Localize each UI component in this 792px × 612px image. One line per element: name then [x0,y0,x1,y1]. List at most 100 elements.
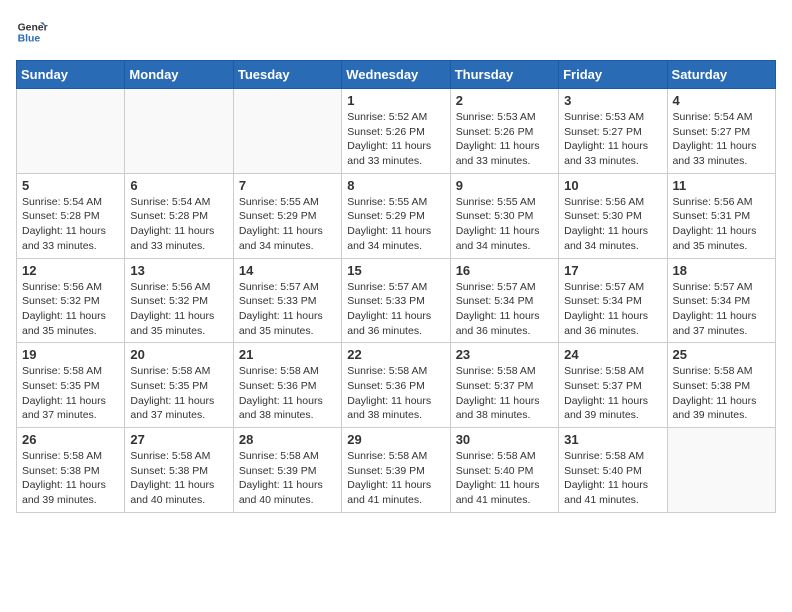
calendar-week-row: 19Sunrise: 5:58 AMSunset: 5:35 PMDayligh… [17,343,776,428]
calendar-cell: 7 Sunrise: 5:55 AMSunset: 5:29 PMDaylight… [233,173,341,258]
day-number: 11 [673,178,770,193]
day-number: 10 [564,178,661,193]
calendar-cell [125,89,233,174]
day-info: Sunrise: 5:58 AMSunset: 5:39 PMDaylight:… [239,449,336,508]
day-number: 21 [239,347,336,362]
calendar-cell: 9 Sunrise: 5:55 AMSunset: 5:30 PMDaylight… [450,173,558,258]
day-info: Sunrise: 5:57 AMSunset: 5:34 PMDaylight:… [673,280,770,339]
day-number: 9 [456,178,553,193]
calendar-cell: 5 Sunrise: 5:54 AMSunset: 5:28 PMDaylight… [17,173,125,258]
calendar-cell: 24 Sunrise: 5:58 AMSunset: 5:37 PMDayligh… [559,343,667,428]
calendar-cell: 4Sunrise: 5:54 AMSunset: 5:27 PMDaylight… [667,89,775,174]
day-number: 22 [347,347,444,362]
weekday-header: Friday [559,61,667,89]
logo-icon: General Blue [16,16,48,48]
day-number: 3 [564,93,661,108]
day-info: Sunrise: 5:53 AMSunset: 5:27 PMDaylight:… [564,110,661,169]
calendar-cell: 18Sunrise: 5:57 AMSunset: 5:34 PMDayligh… [667,258,775,343]
calendar-week-row: 1Sunrise: 5:52 AMSunset: 5:26 PMDaylight… [17,89,776,174]
day-info: Sunrise: 5:58 AMSunset: 5:36 PMDaylight:… [239,364,336,423]
calendar-cell: 29 Sunrise: 5:58 AMSunset: 5:39 PMDayligh… [342,428,450,513]
svg-text:Blue: Blue [18,34,41,45]
calendar-cell: 28 Sunrise: 5:58 AMSunset: 5:39 PMDayligh… [233,428,341,513]
day-info: Sunrise: 5:55 AMSunset: 5:29 PMDaylight:… [347,195,444,254]
day-number: 14 [239,263,336,278]
day-number: 31 [564,432,661,447]
calendar-cell: 3 Sunrise: 5:53 AMSunset: 5:27 PMDaylight… [559,89,667,174]
day-number: 28 [239,432,336,447]
day-info: Sunrise: 5:56 AMSunset: 5:32 PMDaylight:… [130,280,227,339]
day-number: 27 [130,432,227,447]
day-number: 20 [130,347,227,362]
day-number: 23 [456,347,553,362]
day-info: Sunrise: 5:57 AMSunset: 5:33 PMDaylight:… [239,280,336,339]
day-info: Sunrise: 5:56 AMSunset: 5:32 PMDaylight:… [22,280,119,339]
day-info: Sunrise: 5:56 AMSunset: 5:30 PMDaylight:… [564,195,661,254]
calendar-cell: 30 Sunrise: 5:58 AMSunset: 5:40 PMDayligh… [450,428,558,513]
day-info: Sunrise: 5:58 AMSunset: 5:37 PMDaylight:… [564,364,661,423]
calendar-cell: 22Sunrise: 5:58 AMSunset: 5:36 PMDayligh… [342,343,450,428]
day-info: Sunrise: 5:58 AMSunset: 5:39 PMDaylight:… [347,449,444,508]
day-info: Sunrise: 5:58 AMSunset: 5:38 PMDaylight:… [673,364,770,423]
calendar-cell: 6 Sunrise: 5:54 AMSunset: 5:28 PMDaylight… [125,173,233,258]
day-info: Sunrise: 5:57 AMSunset: 5:34 PMDaylight:… [564,280,661,339]
day-number: 8 [347,178,444,193]
day-number: 30 [456,432,553,447]
day-number: 25 [673,347,770,362]
calendar-cell: 11 Sunrise: 5:56 AMSunset: 5:31 PMDayligh… [667,173,775,258]
day-info: Sunrise: 5:54 AMSunset: 5:28 PMDaylight:… [130,195,227,254]
calendar-cell: 26 Sunrise: 5:58 AMSunset: 5:38 PMDayligh… [17,428,125,513]
weekday-header: Saturday [667,61,775,89]
day-info: Sunrise: 5:58 AMSunset: 5:38 PMDaylight:… [22,449,119,508]
calendar-week-row: 26 Sunrise: 5:58 AMSunset: 5:38 PMDayligh… [17,428,776,513]
calendar-table: SundayMondayTuesdayWednesdayThursdayFrid… [16,60,776,513]
day-info: Sunrise: 5:58 AMSunset: 5:38 PMDaylight:… [130,449,227,508]
logo: General Blue [16,16,48,48]
day-number: 29 [347,432,444,447]
day-info: Sunrise: 5:55 AMSunset: 5:30 PMDaylight:… [456,195,553,254]
day-number: 7 [239,178,336,193]
calendar-cell: 25 Sunrise: 5:58 AMSunset: 5:38 PMDayligh… [667,343,775,428]
calendar-cell: 21 Sunrise: 5:58 AMSunset: 5:36 PMDayligh… [233,343,341,428]
day-number: 24 [564,347,661,362]
day-info: Sunrise: 5:58 AMSunset: 5:37 PMDaylight:… [456,364,553,423]
page-header: General Blue [16,16,776,48]
weekday-header: Thursday [450,61,558,89]
day-number: 12 [22,263,119,278]
day-number: 15 [347,263,444,278]
calendar-cell: 2Sunrise: 5:53 AMSunset: 5:26 PMDaylight… [450,89,558,174]
day-number: 2 [456,93,553,108]
day-number: 26 [22,432,119,447]
calendar-cell: 23 Sunrise: 5:58 AMSunset: 5:37 PMDayligh… [450,343,558,428]
day-number: 19 [22,347,119,362]
calendar-cell: 12 Sunrise: 5:56 AMSunset: 5:32 PMDayligh… [17,258,125,343]
day-info: Sunrise: 5:56 AMSunset: 5:31 PMDaylight:… [673,195,770,254]
calendar-cell [17,89,125,174]
day-info: Sunrise: 5:58 AMSunset: 5:40 PMDaylight:… [456,449,553,508]
day-number: 13 [130,263,227,278]
day-number: 5 [22,178,119,193]
day-info: Sunrise: 5:54 AMSunset: 5:28 PMDaylight:… [22,195,119,254]
weekday-header-row: SundayMondayTuesdayWednesdayThursdayFrid… [17,61,776,89]
calendar-cell: 16Sunrise: 5:57 AMSunset: 5:34 PMDayligh… [450,258,558,343]
day-info: Sunrise: 5:52 AMSunset: 5:26 PMDaylight:… [347,110,444,169]
calendar-cell: 19Sunrise: 5:58 AMSunset: 5:35 PMDayligh… [17,343,125,428]
day-info: Sunrise: 5:57 AMSunset: 5:34 PMDaylight:… [456,280,553,339]
calendar-week-row: 5 Sunrise: 5:54 AMSunset: 5:28 PMDaylight… [17,173,776,258]
calendar-cell: 15Sunrise: 5:57 AMSunset: 5:33 PMDayligh… [342,258,450,343]
day-number: 17 [564,263,661,278]
calendar-cell: 27 Sunrise: 5:58 AMSunset: 5:38 PMDayligh… [125,428,233,513]
weekday-header: Sunday [17,61,125,89]
day-number: 6 [130,178,227,193]
weekday-header: Tuesday [233,61,341,89]
calendar-cell [233,89,341,174]
calendar-cell: 17 Sunrise: 5:57 AMSunset: 5:34 PMDayligh… [559,258,667,343]
calendar-cell: 13 Sunrise: 5:56 AMSunset: 5:32 PMDayligh… [125,258,233,343]
day-info: Sunrise: 5:55 AMSunset: 5:29 PMDaylight:… [239,195,336,254]
weekday-header: Monday [125,61,233,89]
day-info: Sunrise: 5:54 AMSunset: 5:27 PMDaylight:… [673,110,770,169]
calendar-week-row: 12 Sunrise: 5:56 AMSunset: 5:32 PMDayligh… [17,258,776,343]
calendar-cell: 10 Sunrise: 5:56 AMSunset: 5:30 PMDayligh… [559,173,667,258]
calendar-cell: 20Sunrise: 5:58 AMSunset: 5:35 PMDayligh… [125,343,233,428]
day-info: Sunrise: 5:58 AMSunset: 5:40 PMDaylight:… [564,449,661,508]
